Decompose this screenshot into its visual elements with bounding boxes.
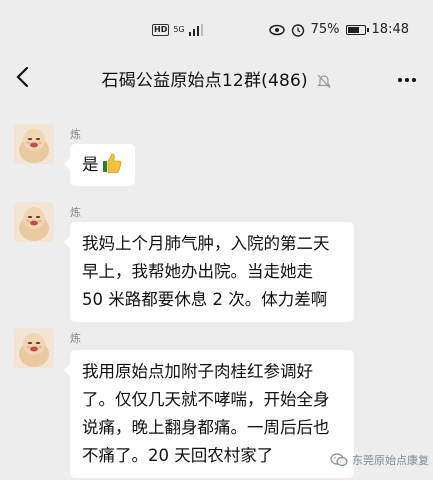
sender-name: 炼 (70, 332, 81, 345)
avatar[interactable] (14, 124, 54, 164)
battery-percent: 75% (310, 22, 340, 37)
battery-icon (345, 24, 369, 35)
eye-icon (268, 24, 285, 35)
message-text: 是 (82, 155, 99, 174)
signal-icon (188, 24, 203, 36)
message-line: 50 米路都要休息 2 次。体力差啊 (82, 290, 328, 309)
hd-badge: HD (152, 24, 170, 36)
chat-header: 石碣公益原始点12群(486) (0, 52, 433, 102)
message-line: 不痛了。20 天回农村家了 (82, 446, 274, 465)
network-type: 5G (173, 25, 185, 34)
battery-fill (347, 26, 359, 33)
message-bubble[interactable]: 是 (64, 144, 135, 186)
message-bubble[interactable]: 我用原始点加附子肉桂红参调好 了。仅仅几天就不哮喘，开始全身 说痛，晚上翻身都痛… (64, 350, 354, 478)
sender-name: 炼 (70, 206, 81, 219)
chat-title: 石碣公益原始点12群(486) (101, 71, 308, 91)
more-button[interactable] (397, 68, 417, 87)
watermark: 东莞原始点康复 (330, 452, 429, 468)
chat-title-wrap: 石碣公益原始点12群(486) (0, 66, 433, 91)
wechat-icon (330, 453, 348, 467)
avatar[interactable] (14, 328, 54, 368)
sender-name: 炼 (70, 128, 81, 141)
avatar[interactable] (14, 202, 54, 242)
watermark-text: 东莞原始点康复 (352, 454, 429, 467)
baby-face-avatar-icon (14, 328, 54, 368)
alarm-clock-icon (291, 23, 304, 37)
baby-face-avatar-icon (14, 202, 54, 242)
status-bar: HD 5G 75% 18:48 (0, 0, 433, 44)
message-line: 我用原始点加附子肉桂红参调好 (82, 362, 313, 381)
message-line: 说痛，晚上翻身都痛。一周后后也 (82, 418, 330, 437)
baby-face-avatar-icon (14, 124, 54, 164)
message-bubble[interactable]: 我妈上个月肺气肿，入院的第二天 早上，我帮她办出院。当走她走 50 米路都要休息… (64, 222, 354, 322)
message-line: 是 (82, 151, 123, 179)
message-line: 了。仅仅几天就不哮喘，开始全身 (82, 390, 330, 409)
clock-time: 18:48 (371, 22, 409, 37)
more-dots-icon (398, 78, 416, 82)
message-line: 早上，我帮她办出院。当走她走 (82, 262, 313, 281)
message-line: 我妈上个月肺气肿，入院的第二天 (82, 234, 330, 253)
bell-off-icon (317, 74, 332, 89)
thumbs-up-icon (102, 153, 121, 173)
